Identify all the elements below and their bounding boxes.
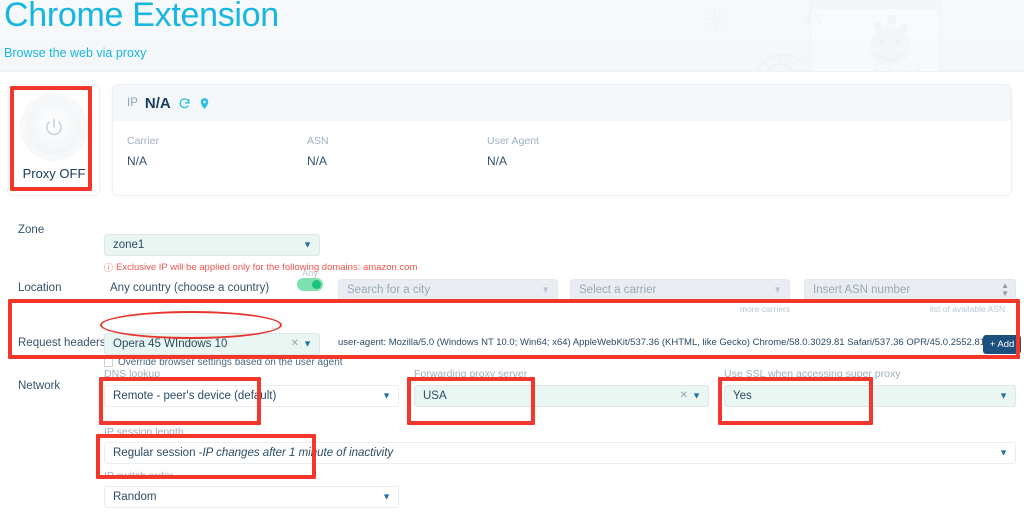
city-placeholder: Search for a city xyxy=(347,284,431,296)
ip-detail-columns: Carrier N/A ASN N/A User Agent N/A xyxy=(113,121,1011,168)
page-subtitle: Browse the web via proxy xyxy=(4,46,147,60)
ip-switch-order-select[interactable]: Random ▼ xyxy=(104,486,399,508)
network-label: Network xyxy=(18,380,61,392)
forwarding-proxy-select[interactable]: USA ✕ ▼ xyxy=(414,385,709,407)
settings-form: Zone zone1 ▼ ⓘ Exclusive IP will be appl… xyxy=(0,212,1024,510)
chrome-extension-page: Chrome Extension Browse the web via prox… xyxy=(0,0,1024,523)
proxy-state-label: Proxy OFF xyxy=(22,165,86,181)
ip-session-length-select[interactable]: Regular session - IP changes after 1 min… xyxy=(104,442,1016,464)
zone-label: Zone xyxy=(18,224,45,236)
dns-lookup-group: DNS lookup xyxy=(104,368,160,380)
asn-placeholder: Insert ASN number xyxy=(813,284,911,296)
ip-label: IP xyxy=(127,97,138,109)
page-title: Chrome Extension xyxy=(4,0,279,34)
ip-detail-asn: ASN N/A xyxy=(307,135,487,168)
ip-session-length-value-italic: IP changes after 1 minute of inactivity xyxy=(202,447,394,459)
chevron-down-icon: ▼ xyxy=(692,390,701,401)
asn-label: ASN xyxy=(307,135,329,147)
chevron-down-icon: ▼ xyxy=(999,390,1008,401)
ip-switch-order-value: Random xyxy=(113,491,157,503)
ip-session-length-label: IP session length xyxy=(104,426,184,438)
ip-detail-carrier: Carrier N/A xyxy=(127,135,307,168)
chevron-down-icon: ▼ xyxy=(303,338,312,349)
status-row: Proxy OFF IP N/A Carrier N/A ASN N/A Use… xyxy=(0,72,1024,212)
ip-switch-order-label: IP switch order xyxy=(104,470,174,482)
useragent-label: User Agent xyxy=(487,135,539,147)
useragent-value: N/A xyxy=(487,154,508,168)
chevron-down-icon: ▼ xyxy=(773,284,782,295)
ip-session-length-value-prefix: Regular session - xyxy=(113,447,203,459)
any-toggle-switch[interactable] xyxy=(297,278,323,291)
location-label: Location xyxy=(18,282,62,294)
power-icon[interactable] xyxy=(27,99,81,154)
stepper-icon[interactable]: ▲ ▼ xyxy=(1001,282,1009,298)
forwarding-proxy-group: Forwarding proxy server xyxy=(414,368,527,380)
dns-lookup-select[interactable]: Remote - peer's device (default) ▼ xyxy=(104,385,399,407)
ip-session-length-row: IP session length Regular session - IP c… xyxy=(0,424,1024,470)
decorative-gear-icon xyxy=(740,36,830,71)
forwarding-proxy-value: USA xyxy=(423,390,447,402)
carrier-value: N/A xyxy=(127,154,148,168)
dns-lookup-value: Remote - peer's device (default) xyxy=(113,390,277,402)
ip-detail-useragent: User Agent N/A xyxy=(487,135,747,168)
location-country-value[interactable]: Any country (choose a country) xyxy=(110,282,269,294)
location-row: Location Any country (choose a country) … xyxy=(0,260,1024,314)
request-headers-row: Request headers Opera 45 WIndows 10 ✕ ▼ … xyxy=(0,304,1024,368)
proxy-toggle-card[interactable]: Proxy OFF xyxy=(8,84,100,196)
dns-lookup-label: DNS lookup xyxy=(104,368,161,380)
request-headers-value: Opera 45 WIndows 10 xyxy=(113,338,228,350)
chevron-down-icon: ▼ xyxy=(382,491,391,502)
carrier-select[interactable]: Select a carrier ▼ xyxy=(570,279,790,301)
any-toggle-group[interactable]: Any xyxy=(297,268,323,291)
use-ssl-select[interactable]: Yes ▼ xyxy=(724,385,1016,407)
use-ssl-group: Use SSL when accessing super proxy xyxy=(724,368,900,380)
network-row: Network DNS lookup Remote - peer's devic… xyxy=(0,366,1024,424)
forwarding-proxy-label: Forwarding proxy server xyxy=(414,368,528,380)
refresh-icon[interactable] xyxy=(178,97,191,110)
ip-value: N/A xyxy=(144,94,171,112)
ip-bar: IP N/A xyxy=(113,85,1011,121)
zone-select[interactable]: zone1 ▼ xyxy=(104,234,320,256)
decorative-dots-grid xyxy=(870,50,930,71)
zone-value: zone1 xyxy=(113,239,145,251)
carrier-placeholder: Select a carrier xyxy=(579,284,657,296)
chevron-down-icon: ▼ xyxy=(382,390,391,401)
decorative-sparkle-icon xyxy=(700,4,730,34)
hero-header: Chrome Extension Browse the web via prox… xyxy=(0,0,1024,72)
clear-icon[interactable]: ✕ xyxy=(291,339,299,349)
zone-row: Zone zone1 ▼ ⓘ Exclusive IP will be appl… xyxy=(0,212,1024,273)
asn-value: N/A xyxy=(307,154,328,168)
decorative-triangle-icon xyxy=(800,4,826,30)
use-ssl-value: Yes xyxy=(733,390,752,402)
city-select[interactable]: Search for a city ▼ xyxy=(338,279,558,301)
user-agent-string: user-agent: Mozilla/5.0 (Windows NT 10.0… xyxy=(338,337,991,348)
carrier-label: Carrier xyxy=(127,135,160,147)
toggle-knob xyxy=(312,280,321,289)
request-headers-label: Request headers xyxy=(18,337,106,349)
asn-input[interactable]: Insert ASN number ▲ ▼ xyxy=(804,279,1016,301)
chevron-down-icon: ▼ xyxy=(303,239,312,250)
map-pin-icon[interactable] xyxy=(198,97,211,110)
clear-icon[interactable]: ✕ xyxy=(680,391,688,401)
decorative-browser-graphic xyxy=(790,0,970,71)
ip-info-card: IP N/A Carrier N/A ASN N/A User Agent N/… xyxy=(112,84,1012,196)
use-ssl-label: Use SSL when accessing super proxy xyxy=(724,368,901,380)
chevron-down-icon: ▼ xyxy=(999,447,1008,458)
request-headers-select[interactable]: Opera 45 WIndows 10 ✕ ▼ xyxy=(104,333,320,355)
chevron-down-icon: ▼ xyxy=(541,284,550,295)
any-toggle-label: Any xyxy=(302,268,318,278)
add-header-button[interactable]: + Add xyxy=(983,335,1021,354)
ip-switch-order-row: IP switch order Random ▼ xyxy=(0,470,1024,510)
